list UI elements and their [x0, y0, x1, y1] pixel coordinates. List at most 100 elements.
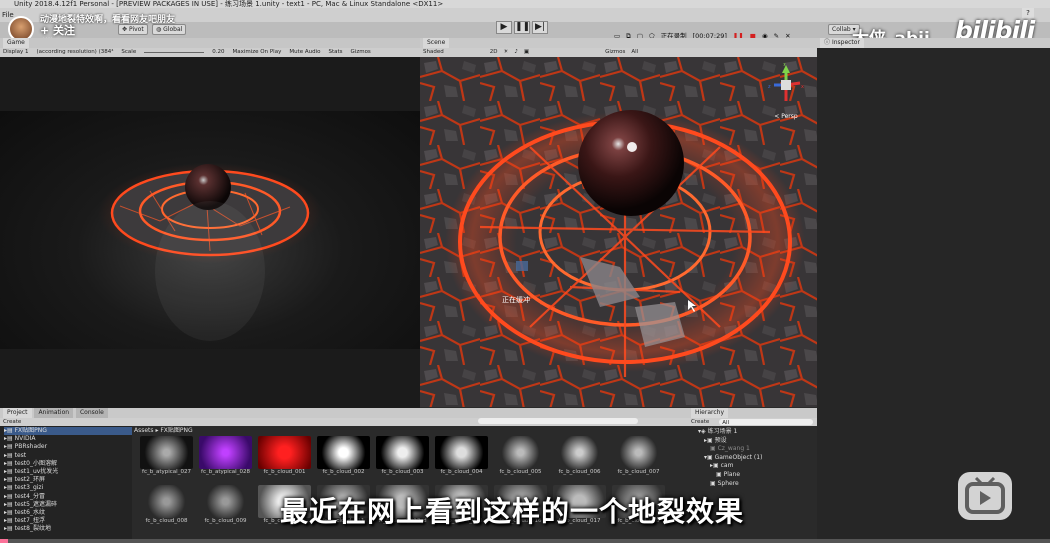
asset-label: fc_b_cloud_007 — [617, 469, 660, 475]
hierarchy-tree: ▾◈ 练习场景 1 ▸▣ 预设 ▣ Cz_wang 1 ▾▣ GameObjec… — [688, 426, 817, 488]
folder-label: test — [14, 451, 27, 459]
asset-label: fc_b_cloud_004 — [440, 469, 483, 475]
tab-project[interactable]: Project — [3, 408, 32, 418]
hierarchy-item-label: 预设 — [714, 436, 727, 444]
hierarchy-scene[interactable]: ▾◈ 练习场景 1 — [698, 428, 817, 437]
game-render — [98, 163, 322, 341]
hierarchy-toolbar: Create All — [688, 418, 817, 426]
window-title: Unity 2018.4.12f1 Personal - [PREVIEW PA… — [14, 0, 444, 8]
video-progress-track[interactable] — [0, 539, 1050, 543]
folder-label: test2_环屏 — [14, 476, 45, 484]
folder-item[interactable]: ▸▤ test0_小图溶解 — [4, 460, 132, 468]
asset-item[interactable]: fc_b_atypical_028 — [199, 436, 252, 475]
project-search-input[interactable] — [478, 418, 638, 424]
effects-icon[interactable]: ▣ — [524, 48, 529, 57]
folder-tree: ▸▤ FX贴图PNG ▸▤ NVIDIA ▸▤ PBRshader ▸▤ tes… — [0, 426, 132, 543]
folder-item[interactable]: ▸▤ test2_环屏 — [4, 476, 132, 484]
folder-label: test1_uv扰发光 — [14, 468, 59, 476]
hierarchy-search-input[interactable]: All — [719, 419, 813, 426]
folder-item[interactable]: ▸▤ test5_遮遮漏碎 — [4, 501, 132, 509]
audio-icon[interactable]: ♪ — [514, 48, 518, 57]
scene-search[interactable]: All — [631, 48, 638, 57]
folder-item[interactable]: ▸▤ test4_分冒 — [4, 493, 132, 501]
folder-item[interactable]: ▸▤ test1_uv扰发光 — [4, 468, 132, 476]
mode-2d-toggle[interactable]: 2D — [490, 48, 498, 57]
bilibili-tv-button[interactable] — [958, 472, 1012, 520]
scene-gizmos[interactable]: Gizmos — [605, 48, 625, 57]
video-progress-fill — [0, 539, 8, 543]
folder-icon: ▸▤ — [4, 435, 13, 443]
axis-x-label: x — [801, 84, 804, 90]
breadcrumb-folder[interactable]: FX贴图PNG — [160, 427, 192, 434]
hierarchy-item[interactable]: ▣ Sphere — [698, 480, 817, 489]
folder-item[interactable]: ▸▤ test3_gizi — [4, 484, 132, 492]
tab-animation[interactable]: Animation — [34, 408, 74, 418]
asset-label: fc_b_atypical_028 — [201, 469, 250, 475]
hierarchy-item[interactable]: ▾▣ GameObject (1) — [698, 454, 817, 463]
tab-hierarchy[interactable]: Hierarchy — [691, 408, 729, 418]
camera-gizmo-icon[interactable] — [516, 261, 528, 271]
mute-toggle[interactable]: Mute Audio — [289, 48, 320, 57]
asset-thumbnail — [199, 485, 252, 518]
folder-item[interactable]: ▸▤ FX贴图PNG — [4, 427, 132, 436]
asset-label: fc_b_cloud_003 — [381, 469, 424, 475]
folder-icon: ▸▤ — [4, 517, 13, 525]
folder-item[interactable]: ▸▤ NVIDIA — [4, 435, 132, 443]
display-select[interactable]: Display 1 — [3, 48, 29, 57]
hierarchy-item-label: GameObject (1) — [714, 453, 763, 461]
pause-button[interactable]: ❚❚ — [514, 21, 530, 34]
asset-item[interactable]: fc_b_cloud_008 — [140, 485, 193, 524]
tab-console[interactable]: Console — [75, 408, 108, 418]
breadcrumb: Assets ▸ FX贴图PNG — [134, 427, 193, 434]
resolution-select[interactable]: (according resolution) (384⁴ — [37, 48, 114, 57]
asset-item[interactable]: fc_b_cloud_006 — [553, 436, 606, 475]
global-label: Global — [163, 26, 183, 33]
asset-item[interactable]: fc_b_cloud_007 — [612, 436, 665, 475]
global-toggle[interactable]: ◍ Global — [152, 24, 187, 35]
folder-item[interactable]: ▸▤ test — [4, 452, 132, 460]
pivot-icon: ✥ — [122, 26, 128, 33]
hierarchy-create-button[interactable]: Create — [691, 418, 709, 426]
asset-item[interactable]: fc_b_cloud_009 — [199, 485, 252, 524]
maximize-toggle[interactable]: Maximize On Play — [232, 48, 281, 57]
cube-icon: ▸▣ — [710, 462, 719, 470]
scene-panel: Scene Shaded 2D ☀ ♪ ▣ Gizmos All 正在缓冲 y … — [420, 38, 817, 408]
game-panel: Game Display 1 (according resolution) (3… — [0, 38, 420, 408]
asset-item[interactable]: fc_b_cloud_003 — [376, 436, 429, 475]
shading-select[interactable]: Shaded — [423, 48, 444, 57]
breadcrumb-assets[interactable]: Assets — [134, 427, 154, 434]
game-viewport[interactable] — [0, 111, 420, 349]
scene-viewport[interactable]: 正在缓冲 — [420, 57, 817, 407]
axis-y-label: y — [783, 63, 786, 67]
tab-inspector[interactable]: ⓘ Inspector — [820, 38, 864, 48]
asset-item[interactable]: fc_b_cloud_005 — [494, 436, 547, 475]
hierarchy-item[interactable]: ▸▣ cam — [698, 462, 817, 471]
persp-label[interactable]: < Persp — [766, 113, 806, 120]
scene-axis-gizmo[interactable]: y x z < Persp — [766, 61, 806, 120]
tab-scene[interactable]: Scene — [423, 38, 450, 48]
hierarchy-item[interactable]: ▸▣ 预设 — [698, 437, 817, 446]
folder-label: test5_遮遮漏碎 — [14, 500, 57, 508]
folder-item[interactable]: ▸▤ test6_水纹 — [4, 509, 132, 517]
folder-item[interactable]: ▸▤ test8_裂纹地 — [4, 525, 132, 533]
tab-game[interactable]: Game — [3, 38, 29, 48]
step-button[interactable]: ▶| — [532, 21, 548, 34]
scale-slider[interactable] — [144, 48, 205, 53]
hierarchy-item[interactable]: ▣ Cz_wang 1 — [698, 445, 817, 454]
gizmos-toggle[interactable]: Gizmos — [351, 48, 371, 57]
asset-item[interactable]: fc_b_cloud_004 — [435, 436, 488, 475]
project-create-button[interactable]: Create — [3, 419, 21, 425]
project-tabs: Project Animation Console — [0, 408, 688, 418]
pivot-toggle[interactable]: ✥ Pivot — [118, 24, 148, 35]
stats-toggle[interactable]: Stats — [328, 48, 342, 57]
asset-item[interactable]: fc_b_cloud_001 — [258, 436, 311, 475]
light-icon[interactable]: ☀ — [503, 48, 508, 57]
play-button[interactable]: ▶ — [496, 21, 512, 34]
asset-item[interactable]: fc_b_cloud_002 — [317, 436, 370, 475]
step-icon: ▶| — [535, 22, 545, 32]
folder-item[interactable]: ▸▤ PBRshader — [4, 443, 132, 451]
folder-icon: ▸▤ — [4, 509, 13, 517]
scene-toolbar: Shaded 2D ☀ ♪ ▣ Gizmos All — [420, 48, 817, 57]
hierarchy-item[interactable]: ▣ Plane — [698, 471, 817, 480]
asset-item[interactable]: fc_b_atypical_027 — [140, 436, 193, 475]
